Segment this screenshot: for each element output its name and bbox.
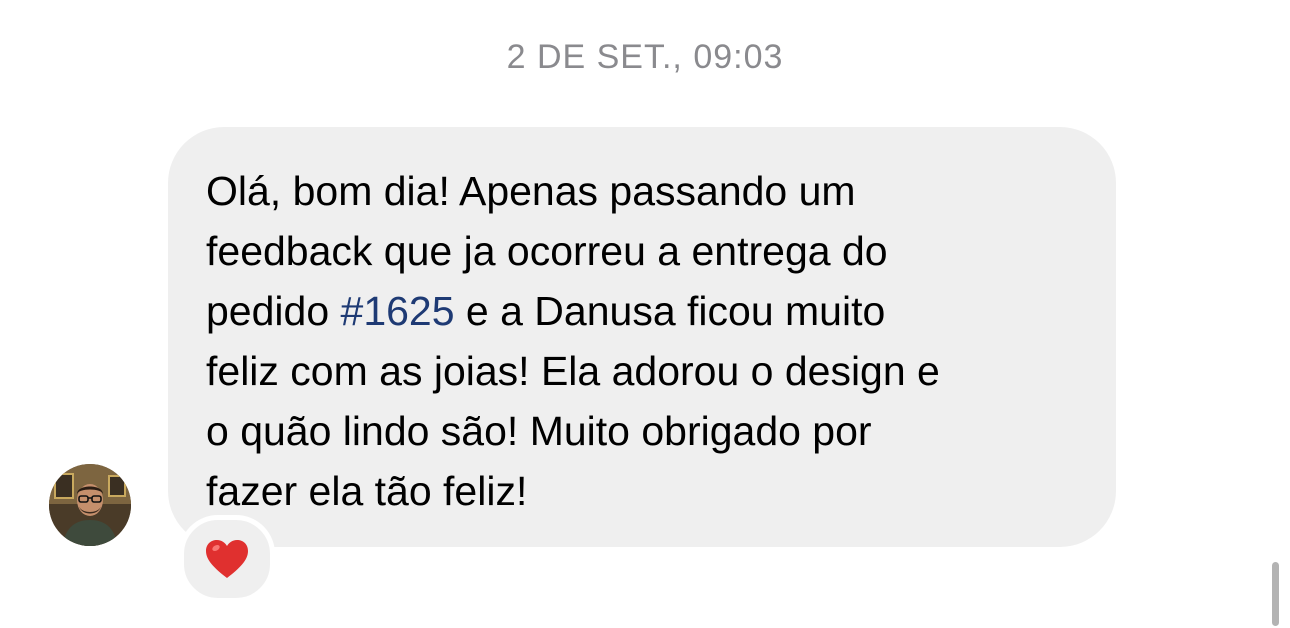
chat-screen: 2 DE SET., 09:03 Olá, bom dia! Apenas pa… [0, 0, 1290, 628]
message-line: feedback que ja ocorreu a entrega do [206, 228, 888, 274]
message-line: feliz com as joias! Ela adorou o design … [206, 348, 940, 394]
order-number-link[interactable]: #1625 [341, 288, 455, 334]
reaction-badge[interactable] [179, 515, 275, 603]
message-line: Olá, bom dia! Apenas passando um [206, 168, 856, 214]
message-line: o quão lindo são! Muito obrigado por [206, 408, 872, 454]
message-timestamp: 2 DE SET., 09:03 [506, 38, 784, 76]
scrollbar-thumb[interactable] [1272, 562, 1279, 626]
message-line: fazer ela tão feliz! [206, 468, 528, 514]
heart-icon [206, 540, 248, 578]
avatar-photo [49, 464, 131, 546]
message-text: Olá, bom dia! Apenas passando um feedbac… [206, 161, 1096, 521]
message-bubble[interactable]: Olá, bom dia! Apenas passando um feedbac… [168, 127, 1116, 547]
message-line: pedido #1625 e a Danusa ficou muito [206, 288, 886, 334]
sender-avatar[interactable] [49, 464, 131, 546]
